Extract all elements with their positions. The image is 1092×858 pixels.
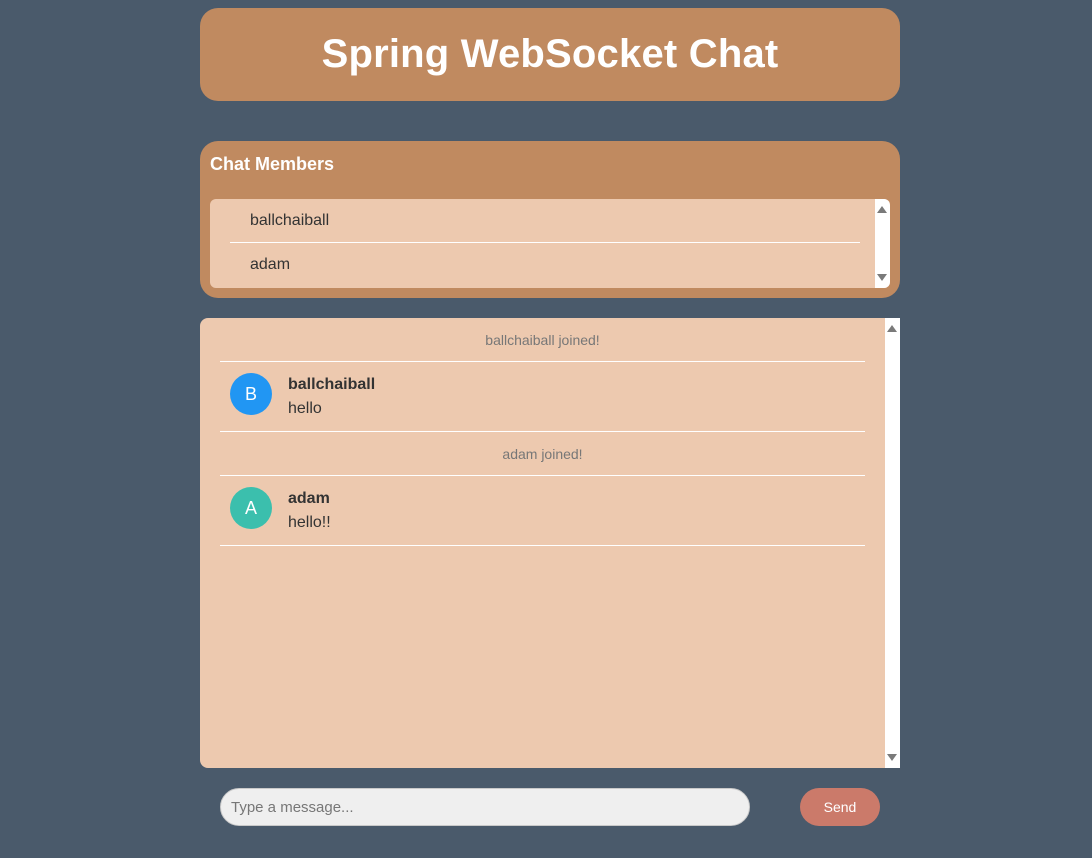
page-title: Spring WebSocket Chat bbox=[321, 32, 779, 76]
message-input[interactable] bbox=[220, 788, 750, 826]
members-list[interactable]: ballchaiball adam bbox=[210, 199, 890, 288]
message-text: hello bbox=[288, 400, 322, 417]
message-sender: ballchaiball bbox=[288, 376, 376, 393]
message-composer: Send bbox=[200, 788, 900, 826]
scroll-up-arrow-icon[interactable] bbox=[887, 325, 897, 332]
chat-message: A adam hello!! bbox=[220, 476, 865, 546]
scroll-up-arrow-icon[interactable] bbox=[877, 206, 887, 213]
chat-members-panel: Chat Members ballchaiball adam bbox=[200, 141, 900, 298]
members-scrollbar[interactable] bbox=[875, 199, 890, 288]
message-sender: adam bbox=[288, 490, 330, 507]
send-button[interactable]: Send bbox=[800, 788, 880, 826]
messages-scrollbar[interactable] bbox=[885, 318, 900, 768]
avatar: B bbox=[230, 373, 272, 415]
chat-members-title: Chat Members bbox=[210, 154, 335, 174]
message-text: hello!! bbox=[288, 514, 331, 531]
event-message: ballchaiball joined! bbox=[220, 318, 865, 362]
member-item: ballchaiball bbox=[230, 199, 860, 243]
scroll-down-arrow-icon[interactable] bbox=[887, 754, 897, 761]
chat-message: B ballchaiball hello bbox=[220, 362, 865, 432]
avatar: A bbox=[230, 487, 272, 529]
event-message: adam joined! bbox=[220, 432, 865, 476]
page-header: Spring WebSocket Chat bbox=[200, 8, 900, 101]
scroll-down-arrow-icon[interactable] bbox=[877, 274, 887, 281]
member-item: adam bbox=[250, 256, 291, 273]
message-area[interactable]: ballchaiball joined! B ballchaiball hell… bbox=[200, 318, 900, 768]
